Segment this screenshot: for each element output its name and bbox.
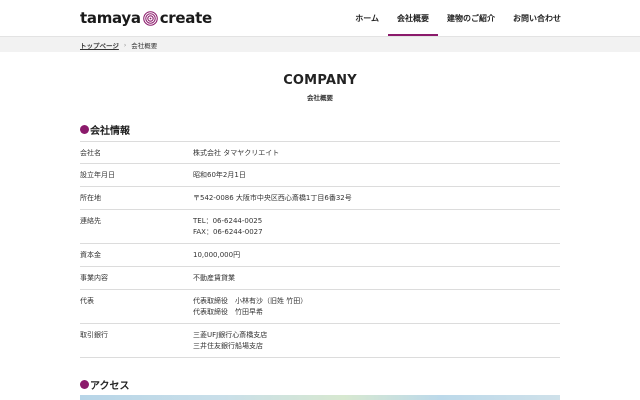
row-value-line: TEL：06-6244-0025 xyxy=(193,217,263,225)
site-logo[interactable]: tamaya create xyxy=(80,9,212,27)
row-value-line: 不動産賃貸業 xyxy=(193,274,235,282)
breadcrumb: トップページ › 会社概要 xyxy=(80,40,158,51)
row-label: 所在地 xyxy=(80,194,101,202)
row-value-line: FAX：06-6244-0027 xyxy=(193,228,263,236)
page-subtitle: 会社概要 xyxy=(307,94,333,102)
row-value-line: 三菱UFJ銀行心斎橋支店 xyxy=(193,331,268,339)
company-info-table: 会社名 株式会社 タマヤクリエイト 設立年月日 昭和60年2月1日 所在地 〒5… xyxy=(80,141,560,358)
row-value-line: 株式会社 タマヤクリエイト xyxy=(193,149,280,157)
table-row: 取引銀行 三菱UFJ銀行心斎橋支店 三井住友銀行船場支店 xyxy=(80,324,560,358)
row-value: 三菱UFJ銀行心斎橋支店 三井住友銀行船場支店 xyxy=(193,330,560,357)
breadcrumb-separator-icon: › xyxy=(123,41,127,49)
nav-item-buildings[interactable]: 建物のご紹介 xyxy=(438,0,504,36)
row-value-line: 〒542-0086 大阪市中央区西心斎橋1丁目6番32号 xyxy=(193,194,352,202)
row-label: 事業内容 xyxy=(80,274,108,282)
row-value: 〒542-0086 大阪市中央区西心斎橋1丁目6番32号 xyxy=(193,193,560,209)
breadcrumb-home-link[interactable]: トップページ xyxy=(80,40,119,50)
row-value-line: 三井住友銀行船場支店 xyxy=(193,342,263,350)
nav-item-company[interactable]: 会社概要 xyxy=(388,0,438,36)
row-value-line: 代表取締役 竹田早希 xyxy=(193,308,263,316)
row-label: 資本金 xyxy=(80,251,101,259)
access-heading-text: アクセス xyxy=(90,381,130,392)
table-row: 事業内容 不動産賃貸業 xyxy=(80,267,560,290)
row-value-line: 代表取締役 小林有沙（旧姓 竹田） xyxy=(193,297,308,305)
page-title: COMPANY xyxy=(283,73,357,88)
table-row: 連絡先 TEL：06-6244-0025 FAX：06-6244-0027 xyxy=(80,210,560,244)
access-heading: アクセス xyxy=(80,377,130,392)
row-value: 代表取締役 小林有沙（旧姓 竹田） 代表取締役 竹田早希 xyxy=(193,296,560,323)
company-info-heading: 会社情報 xyxy=(80,122,130,137)
row-label: 取引銀行 xyxy=(80,331,108,339)
logo-text-right: create xyxy=(159,9,212,27)
bullet-dot-icon xyxy=(80,380,89,389)
access-map[interactable] xyxy=(80,395,560,400)
row-label: 代表 xyxy=(80,297,94,305)
row-value: 株式会社 タマヤクリエイト xyxy=(193,148,560,163)
breadcrumb-bar: トップページ › 会社概要 xyxy=(0,36,640,52)
row-value: 不動産賃貸業 xyxy=(193,273,560,289)
row-label: 連絡先 xyxy=(80,217,101,225)
row-label: 設立年月日 xyxy=(80,171,115,179)
nav-item-contact[interactable]: お問い合わせ xyxy=(504,0,570,36)
table-row: 代表 代表取締役 小林有沙（旧姓 竹田） 代表取締役 竹田早希 xyxy=(80,290,560,324)
row-value-line: 10,000,000円 xyxy=(193,251,241,259)
site-header: tamaya create ホーム 会社概要 建物のご紹介 お問い合わせ xyxy=(0,0,640,36)
table-row: 設立年月日 昭和60年2月1日 xyxy=(80,164,560,187)
row-value: 10,000,000円 xyxy=(193,250,560,266)
row-value: TEL：06-6244-0025 FAX：06-6244-0027 xyxy=(193,216,560,243)
bullet-dot-icon xyxy=(80,125,89,134)
row-label: 会社名 xyxy=(80,149,101,157)
logo-text-left: tamaya xyxy=(80,9,141,27)
table-row: 所在地 〒542-0086 大阪市中央区西心斎橋1丁目6番32号 xyxy=(80,187,560,210)
row-value-line: 昭和60年2月1日 xyxy=(193,171,246,179)
row-value: 昭和60年2月1日 xyxy=(193,170,560,186)
table-row: 資本金 10,000,000円 xyxy=(80,244,560,267)
breadcrumb-current: 会社概要 xyxy=(131,42,158,50)
main-nav: ホーム 会社概要 建物のご紹介 お問い合わせ xyxy=(346,0,570,36)
company-info-heading-text: 会社情報 xyxy=(90,126,130,137)
logo-spiral-icon xyxy=(142,10,158,26)
nav-item-home[interactable]: ホーム xyxy=(346,0,388,36)
table-row: 会社名 株式会社 タマヤクリエイト xyxy=(80,141,560,164)
